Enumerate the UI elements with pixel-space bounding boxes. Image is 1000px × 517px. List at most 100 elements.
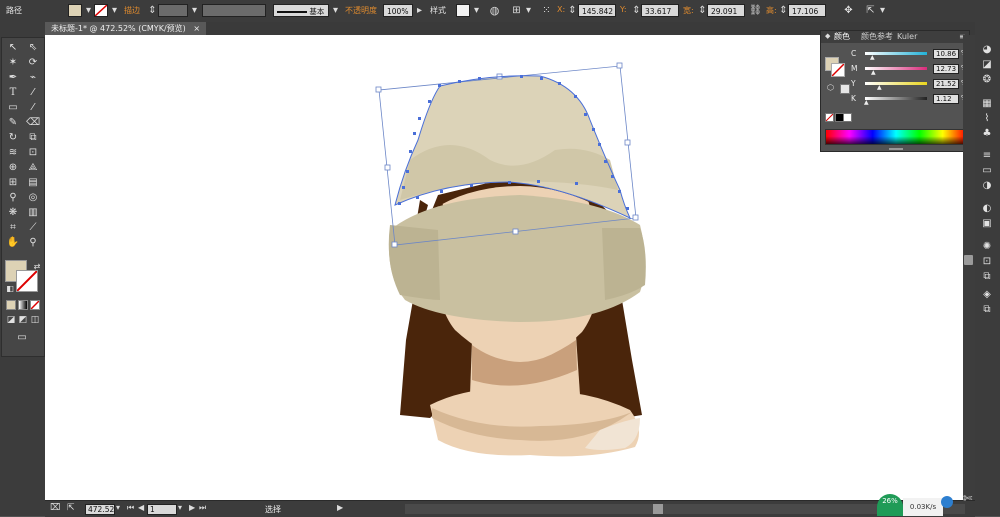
slice-tool-icon[interactable]: ⟋ (26, 221, 40, 234)
gradient-tool-icon[interactable]: ▤ (26, 176, 40, 189)
hand-tool-icon[interactable]: ✋ (6, 236, 20, 249)
opacity-label[interactable]: 不透明度 (345, 5, 377, 16)
document-info-icon[interactable]: ⌧ (50, 503, 60, 513)
default-colors-icon[interactable]: ◧ (3, 282, 17, 295)
transform-icon[interactable]: ✥ (842, 4, 855, 17)
direct-selection-tool-icon[interactable]: ⇖ (26, 41, 40, 54)
rotate-tool-icon[interactable]: ↻ (6, 131, 20, 144)
white-swatch[interactable] (843, 113, 852, 122)
slider-y-thumb[interactable]: ▲ (877, 84, 882, 91)
document-tab-close-icon[interactable]: × (193, 24, 200, 33)
transparency-panel-icon[interactable]: ◑ (980, 179, 994, 192)
artboard-dropdown-icon[interactable]: ▾ (178, 503, 182, 512)
appearance-panel-icon[interactable]: ◐ (980, 202, 994, 215)
panel-resize-grip[interactable] (889, 148, 903, 150)
slider-c-thumb[interactable]: ▲ (870, 54, 875, 61)
paintbrush-tool-icon[interactable]: ⁄ (26, 101, 40, 114)
gradient-panel-icon[interactable]: ▭ (980, 164, 994, 177)
color-panel-icon[interactable]: ◕ (980, 43, 994, 56)
bbox-handle-br[interactable] (632, 214, 639, 221)
status-menu-icon[interactable]: ▶ (337, 503, 343, 512)
document-tab[interactable]: 未标题-1* @ 472.52% (CMYK/预览) × (45, 22, 207, 35)
slider-c-value[interactable]: 10.86 (933, 49, 959, 59)
symbols-panel-icon[interactable]: ♣ (980, 127, 994, 140)
artboard-number-field[interactable]: 1 (147, 504, 177, 515)
graphic-styles-panel-icon[interactable]: ▣ (980, 217, 994, 230)
recolor-icon[interactable]: ◍ (488, 4, 501, 17)
color-spectrum[interactable] (825, 129, 967, 145)
draw-inside-icon[interactable]: ◫ (28, 314, 42, 327)
panel-stroke-swatch[interactable] (831, 63, 845, 77)
curvature-tool-icon[interactable]: ⌁ (26, 71, 40, 84)
variable-width-field[interactable] (202, 4, 266, 17)
graphic-style-dropdown-icon[interactable]: ▾ (470, 4, 483, 17)
brushes-panel-icon[interactable]: ⌇ (980, 112, 994, 125)
stroke-swatch[interactable] (94, 4, 108, 17)
zoom-field[interactable]: 472.52 (85, 504, 115, 515)
constrain-proportions-icon[interactable]: ⛓ (749, 4, 762, 17)
bbox-handle-tr[interactable] (616, 62, 623, 69)
blend-tool-icon[interactable]: ◎ (26, 191, 40, 204)
align-dropdown-icon[interactable]: ▾ (522, 4, 535, 17)
panel-collapse-icon[interactable]: ◆ (825, 32, 830, 40)
color-mode-button[interactable] (6, 300, 16, 310)
graphic-style-swatch[interactable] (456, 4, 470, 17)
y-field[interactable]: 33.617 (641, 4, 679, 17)
selection-tool-icon[interactable]: ↖ (6, 41, 20, 54)
zoom-tool-icon[interactable]: ⚲ (26, 236, 40, 249)
type-tool-icon[interactable]: T (6, 86, 20, 99)
network-speed-widget[interactable]: 26% 0.03K/s ✄ (877, 492, 972, 516)
transform-panel-icon[interactable]: ⊡ (980, 255, 994, 268)
magic-wand-tool-icon[interactable]: ✶ (6, 56, 20, 69)
brush-profile-field[interactable]: 基本 (273, 4, 329, 17)
layers-panel-icon[interactable]: ◈ (980, 288, 994, 301)
slider-y-track[interactable] (865, 82, 927, 85)
stroke-dropdown-icon[interactable]: ▾ (108, 4, 121, 17)
swap-fill-stroke-icon[interactable]: ⇄ (30, 260, 44, 273)
artboards-panel-icon[interactable]: ⧉ (980, 303, 994, 316)
slider-m-thumb[interactable]: ▲ (871, 69, 876, 76)
zoom-dropdown-icon[interactable]: ▾ (116, 503, 120, 512)
gradient-mode-button[interactable] (18, 300, 28, 310)
stroke-weight-field[interactable] (158, 4, 188, 17)
slider-k-value[interactable]: 1.12 (933, 94, 959, 104)
symbol-sprayer-tool-icon[interactable]: ❋ (6, 206, 20, 219)
pencil-tool-icon[interactable]: ✎ (6, 116, 20, 129)
tab-color[interactable]: 颜色 (834, 32, 850, 42)
slider-m-value[interactable]: 12.73 (933, 64, 959, 74)
tab-kuler[interactable]: Kuler (897, 32, 917, 42)
stroke-color-swatch[interactable] (16, 270, 38, 292)
scale-tool-icon[interactable]: ⧉ (26, 131, 40, 144)
slider-k-thumb[interactable]: ▲ (864, 99, 869, 106)
column-graph-tool-icon[interactable]: ▥ (26, 206, 40, 219)
bbox-handle-ml[interactable] (384, 164, 391, 171)
vertical-scrollbar[interactable] (963, 35, 975, 500)
shape-builder-tool-icon[interactable]: ⊕ (6, 161, 20, 174)
color-guide-panel-icon[interactable]: ◪ (980, 58, 994, 71)
wrench-icon[interactable]: ✄ (963, 492, 972, 505)
eyedropper-tool-icon[interactable]: ⚲ (6, 191, 20, 204)
kuler-panel-icon[interactable]: ❂ (980, 73, 994, 86)
opacity-dropdown-icon[interactable]: ▸ (413, 4, 426, 17)
line-tool-icon[interactable]: ⁄ (26, 86, 40, 99)
last-artboard-icon[interactable]: ⏭ (199, 503, 206, 513)
rectangle-tool-icon[interactable]: ▭ (6, 101, 20, 114)
vertical-scroll-thumb[interactable] (964, 255, 973, 265)
fill-swatch[interactable] (68, 4, 82, 17)
horizontal-scroll-thumb[interactable] (653, 504, 663, 514)
x-field[interactable]: 145.842 (578, 4, 616, 17)
stroke-weight-dropdown-icon[interactable]: ▾ (188, 4, 201, 17)
brush-dropdown-icon[interactable]: ▾ (329, 4, 342, 17)
perspective-grid-tool-icon[interactable]: ⟁ (26, 161, 40, 174)
none-swatch[interactable] (825, 113, 834, 122)
bbox-handle-bl[interactable] (391, 241, 398, 248)
reference-point-icon[interactable]: ⁙ (540, 4, 553, 17)
artboard-tool-icon[interactable]: ⌗ (6, 221, 20, 234)
slider-y-value[interactable]: 21.52 (933, 79, 959, 89)
stroke-label[interactable]: 描边 (124, 5, 140, 16)
width-tool-icon[interactable]: ≋ (6, 146, 20, 159)
previous-artboard-icon[interactable]: ◀ (138, 503, 144, 512)
lasso-tool-icon[interactable]: ⟳ (26, 56, 40, 69)
mesh-tool-icon[interactable]: ⊞ (6, 176, 20, 189)
swatches-panel-icon[interactable]: ▦ (980, 97, 994, 110)
